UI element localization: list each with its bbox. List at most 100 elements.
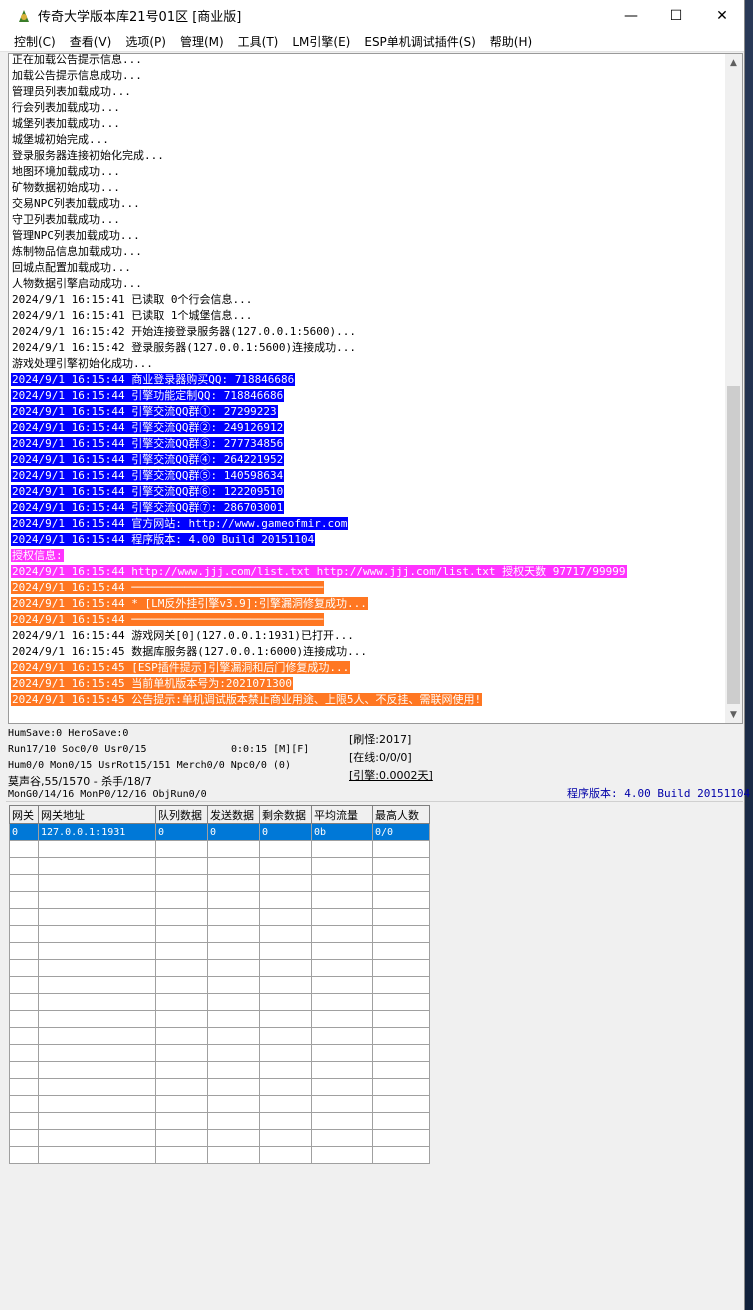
table-row-empty[interactable] (9, 1112, 430, 1130)
log-line-text: 2024/9/1 16:15:45 当前单机版本号为:2021071300 (11, 677, 294, 690)
table-row-empty[interactable] (9, 1027, 430, 1045)
log-line-text: 2024/9/1 16:15:44 引擎交流QQ群①: 27299223 (11, 405, 278, 418)
table-cell (155, 1078, 208, 1096)
column-header[interactable]: 发送数据 (207, 805, 260, 824)
table-cell (9, 1146, 39, 1164)
table-row-empty[interactable] (9, 1010, 430, 1028)
menu-item[interactable]: ESP单机调试插件(S) (357, 33, 482, 50)
table-cell (207, 942, 260, 960)
table-cell (38, 1129, 156, 1147)
column-header[interactable]: 平均流量 (311, 805, 373, 824)
log-line: 矿物数据初始成功... (11, 180, 724, 196)
menu-item[interactable]: LM引擎(E) (285, 33, 357, 50)
table-cell (372, 925, 430, 943)
table-cell (38, 891, 156, 909)
maximize-button[interactable]: ☐ (653, 0, 699, 31)
table-row-empty[interactable] (9, 1078, 430, 1096)
table-row-empty[interactable] (9, 925, 430, 943)
log-line-text: 人物数据引擎启动成功... (12, 277, 142, 290)
column-header[interactable]: 剩余数据 (259, 805, 312, 824)
log-line: 2024/9/1 16:15:44 程序版本: 4.00 Build 20151… (11, 532, 724, 548)
title-bar[interactable]: 传奇大学版本库21号01区 [商业版] — ☐ ✕ (0, 0, 744, 31)
scroll-down-arrow-icon[interactable]: ▼ (725, 706, 742, 723)
menu-item[interactable]: 控制(C) (7, 33, 63, 50)
column-header[interactable]: 网关地址 (38, 805, 156, 824)
table-cell (259, 1078, 312, 1096)
column-header[interactable]: 最高人数 (372, 805, 430, 824)
log-line-text: 2024/9/1 16:15:44 引擎交流QQ群⑥: 122209510 (11, 485, 285, 498)
table-cell (9, 908, 39, 926)
table-row-empty[interactable] (9, 942, 430, 960)
table-cell (9, 1078, 39, 1096)
table-cell (259, 1027, 312, 1045)
table-row-empty[interactable] (9, 891, 430, 909)
table-row-empty[interactable] (9, 857, 430, 875)
table-cell (311, 840, 373, 858)
table-cell (207, 1044, 260, 1062)
log-lines: 正在加载公告提示信息... 加载公告提示信息成功... 管理员列表加载成功... 行会… (11, 54, 724, 708)
table-cell (38, 840, 156, 858)
status-panel: HumSave:0 HeroSave:0 Run17/10 Soc0/0 Usr… (6, 727, 750, 802)
table-row-empty[interactable] (9, 1146, 430, 1164)
log-line-text: 行会列表加载成功... (12, 101, 120, 114)
log-horizontal-scrollbar[interactable] (9, 709, 725, 723)
table-cell (38, 942, 156, 960)
table-cell (207, 976, 260, 994)
log-line: 游戏处理引擎初始化成功... (11, 356, 724, 372)
table-cell (155, 1112, 208, 1130)
log-line: 2024/9/1 16:15:45 [ESP插件提示]引擎漏洞和后门修复成功..… (11, 660, 724, 676)
column-header[interactable]: 网关 (9, 805, 39, 824)
table-row-empty[interactable] (9, 993, 430, 1011)
scroll-thumb[interactable] (727, 386, 740, 704)
scroll-up-arrow-icon[interactable]: ▲ (725, 54, 742, 71)
table-row-empty[interactable] (9, 959, 430, 977)
minimize-button[interactable]: — (608, 0, 654, 31)
table-row-empty[interactable] (9, 908, 430, 926)
table-cell (207, 1078, 260, 1096)
table-cell (155, 857, 208, 875)
table-row-empty[interactable] (9, 1129, 430, 1147)
column-header[interactable]: 队列数据 (155, 805, 208, 824)
log-line-text: 游戏处理引擎初始化成功... (12, 357, 153, 370)
close-button[interactable]: ✕ (699, 0, 745, 31)
log-line-text: 2024/9/1 16:15:44 ──────────────────────… (11, 613, 325, 626)
log-line-text: 2024/9/1 16:15:44 引擎交流QQ群④: 264221952 (11, 453, 285, 466)
table-cell (9, 1095, 39, 1113)
table-row-empty[interactable] (9, 874, 430, 892)
log-panel[interactable]: 正在加载公告提示信息... 加载公告提示信息成功... 管理员列表加载成功... 行会… (8, 53, 743, 724)
log-line: 2024/9/1 16:15:44 引擎交流QQ群①: 27299223 (11, 404, 724, 420)
table-row[interactable]: 0 127.0.0.1:1931 0 0 0 0b 0/0 (9, 823, 430, 841)
menu-item[interactable]: 工具(T) (231, 33, 286, 50)
status-humsave: HumSave:0 HeroSave:0 (8, 728, 129, 739)
menu-item[interactable]: 选项(P) (118, 33, 173, 50)
menu-item[interactable]: 管理(M) (173, 33, 231, 50)
log-line: 2024/9/1 16:15:44 引擎交流QQ群②: 249126912 (11, 420, 724, 436)
table-cell (9, 1027, 39, 1045)
table-cell (311, 857, 373, 875)
table-row-empty[interactable] (9, 1044, 430, 1062)
log-line: 2024/9/1 16:15:42 登录服务器(127.0.0.1:5600)连… (11, 340, 724, 356)
table-row-empty[interactable] (9, 976, 430, 994)
log-line: 2024/9/1 16:15:41 已读取 1个城堡信息... (11, 308, 724, 324)
table-cell (259, 976, 312, 994)
table-row-empty[interactable] (9, 1095, 430, 1113)
table-cell (207, 840, 260, 858)
table-cell (372, 942, 430, 960)
table-cell (9, 840, 39, 858)
log-line-text: 2024/9/1 16:15:44 引擎功能定制QQ: 718846686 (11, 389, 285, 402)
log-line: 回城点配置加载成功... (11, 260, 724, 276)
table-row-empty[interactable] (9, 1061, 430, 1079)
table-row-empty[interactable] (9, 840, 430, 858)
log-line-text: 2024/9/1 16:15:44 引擎交流QQ群⑦: 286703001 (11, 501, 285, 514)
table-cell (259, 857, 312, 875)
log-line: 2024/9/1 16:15:44 商业登录器购买QQ: 718846686 (11, 372, 724, 388)
log-vertical-scrollbar[interactable]: ▲ ▼ (725, 54, 742, 723)
table-cell (259, 1044, 312, 1062)
table-cell: 0 (9, 823, 39, 841)
table-cell (9, 857, 39, 875)
table-cell (372, 1112, 430, 1130)
menu-item[interactable]: 查看(V) (63, 33, 119, 50)
table-cell (38, 1061, 156, 1079)
menu-item[interactable]: 帮助(H) (483, 33, 539, 50)
table-cell (311, 874, 373, 892)
